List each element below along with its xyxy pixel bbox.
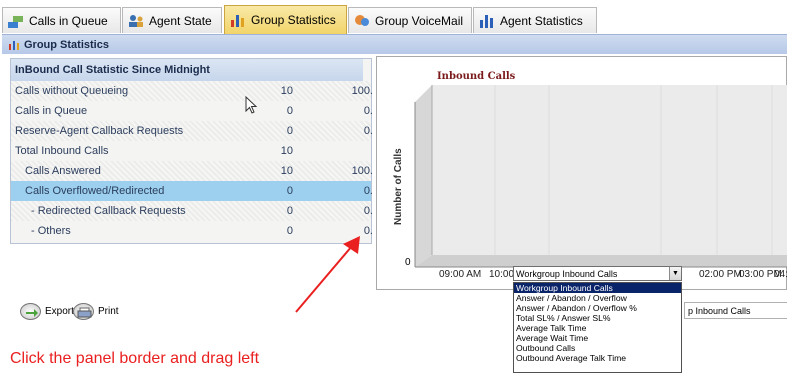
row-count: 10 [280,85,293,97]
tab-label: Group Statistics [251,13,336,27]
secondary-chart-select[interactable]: p Inbound Calls [684,302,787,319]
statistics-table: InBound Call Statistic Since Midnight Ca… [10,58,373,244]
x-tick-label: 10:00 [489,269,515,280]
row-count: 0 [286,205,293,217]
row-count: 10 [280,145,293,157]
chart-type-select[interactable]: Workgroup Inbound Calls ▼ [513,266,682,281]
print-button[interactable]: Print [73,302,119,320]
chart-plot-area [414,85,787,268]
row-label: - Others [31,225,71,237]
tab-group-statistics[interactable]: Group Statistics [224,5,347,34]
dropdown-option[interactable]: Answer / Abandon / Overflow % [514,303,681,313]
row-label: Total Inbound Calls [15,145,109,157]
dropdown-option[interactable]: Workgroup Inbound Calls [514,283,681,293]
panel-title: Group Statistics [24,38,109,51]
chart-panel: Inbound Calls Number of Calls 0 09:00 AM… [376,56,787,290]
tab-label: Agent Statistics [500,13,583,28]
print-label: Print [98,305,119,317]
row-label: Calls Overflowed/Redirected [25,185,165,197]
row-count: 0 [286,125,293,137]
row-label: Calls without Queueing [15,85,129,97]
tab-label: Group VoiceMail [375,13,464,28]
row-label: Calls Answered [25,165,101,177]
dropdown-option[interactable]: Outbound Calls [514,343,681,353]
tab-group-voicemail[interactable]: Group VoiceMail [348,7,472,33]
voicemail-icon [353,13,371,29]
table-row[interactable]: Calls without Queueing 10 100. [11,81,373,101]
y-tick-zero: 0 [405,257,411,268]
instruction-text: Click the panel border and drag left [10,350,260,367]
row-percent: 0. [363,125,373,137]
row-count: 10 [280,165,293,177]
export-button[interactable]: Export [20,302,74,320]
x-tick-label: 02:00 PM [699,269,742,280]
row-count: 0 [286,185,293,197]
row-label: Reserve-Agent Callback Requests [15,125,184,137]
bar-chart-icon [8,39,20,51]
x-tick-label: 04: [774,269,787,280]
table-row[interactable]: Calls in Queue 0 0. [11,101,373,121]
agents-icon [127,13,145,29]
export-icon [20,302,41,320]
printer-icon [73,302,94,320]
mouse-cursor-icon [245,96,258,114]
row-count: 0 [286,105,293,117]
chart-y-axis-label: Number of Calls [393,148,404,225]
dropdown-option[interactable]: Total SL% / Answer SL% [514,313,681,323]
row-percent: 0. [363,205,373,217]
bar-chart-icon [229,12,247,28]
dropdown-option[interactable]: Outbound Average Talk Time [514,353,681,363]
tab-label: Calls in Queue [29,13,108,28]
tab-strip: Calls in Queue Agent State Group Statist… [0,0,787,34]
annotation-arrow [295,236,360,313]
row-percent: 0. [363,105,373,117]
phone-queue-icon [7,13,25,29]
tab-agent-state[interactable]: Agent State [122,7,222,33]
table-row[interactable]: Reserve-Agent Callback Requests 0 0. [11,121,373,141]
row-label: - Redirected Callback Requests [31,205,186,217]
tab-calls-in-queue[interactable]: Calls in Queue [2,7,121,33]
bar-chart-icon [478,13,496,29]
tab-label: Agent State [149,13,212,28]
table-row[interactable]: Calls Answered 10 100. [11,161,373,181]
dropdown-option[interactable]: Average Wait Time [514,333,681,343]
panel-title-bar: Group Statistics [2,34,787,54]
chart-type-options: Workgroup Inbound Calls Answer / Abandon… [513,282,682,373]
chart-type-value: Workgroup Inbound Calls [516,268,618,279]
row-percent: 0. [363,185,373,197]
chart-title: Inbound Calls [437,71,516,82]
table-row-selected[interactable]: Calls Overflowed/Redirected 0 0. [11,181,373,201]
table-row[interactable]: - Redirected Callback Requests 0 0. [11,201,373,221]
tab-agent-statistics[interactable]: Agent Statistics [473,7,597,33]
row-label: Calls in Queue [15,105,88,117]
table-row[interactable]: Total Inbound Calls 10 [11,141,371,161]
export-label: Export [45,305,74,317]
x-tick-label: 09:00 AM [439,269,482,280]
row-percent: 100. [351,165,373,177]
dropdown-option[interactable]: Answer / Abandon / Overflow [514,293,681,303]
row-percent: 100. [351,85,373,97]
secondary-chart-value: p Inbound Calls [688,305,751,316]
dropdown-option[interactable]: Average Talk Time [514,323,681,333]
statistics-header: InBound Call Statistic Since Midnight [11,59,363,81]
chevron-down-icon[interactable]: ▼ [669,267,681,280]
